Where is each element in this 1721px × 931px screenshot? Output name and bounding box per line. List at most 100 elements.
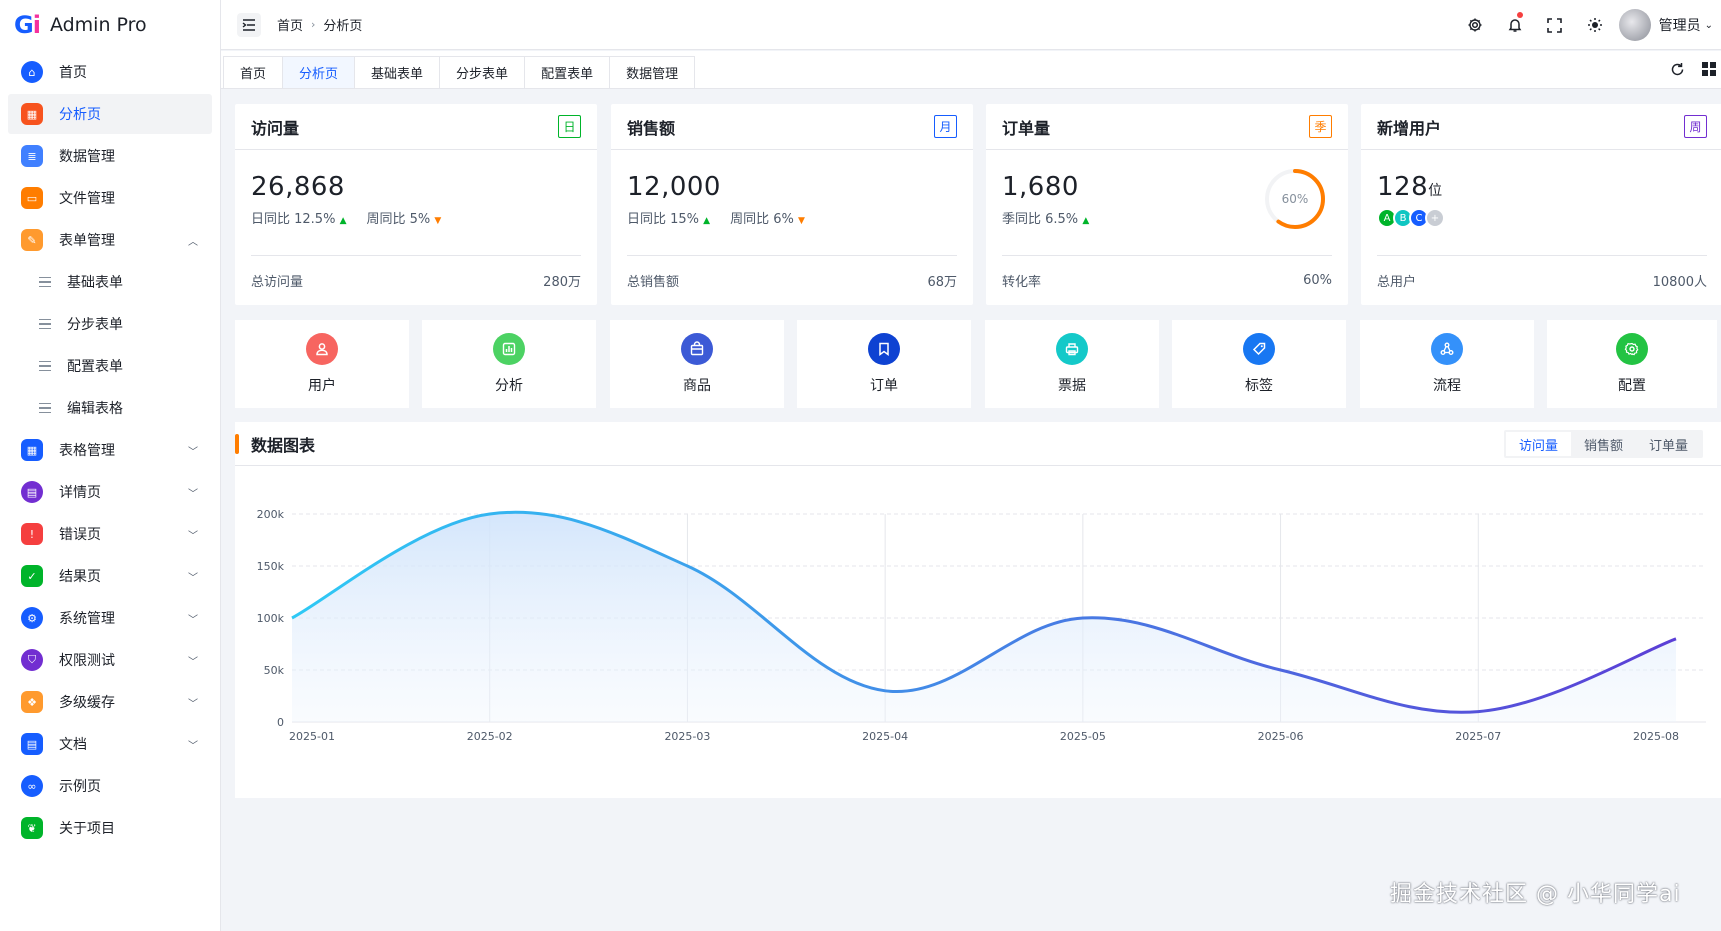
avatar-group: A B C + xyxy=(1377,208,1707,228)
shortcut-item[interactable]: 用户 xyxy=(235,320,409,408)
fullscreen-button[interactable] xyxy=(1535,0,1575,50)
sidebar-item[interactable]: ✎ 表单管理 ︿ xyxy=(8,220,212,260)
chevron-right-icon: › xyxy=(311,18,316,31)
sidebar-item[interactable]: ▦ 表格管理 ﹀ xyxy=(8,430,212,470)
stat-card-body: 128位 A B C + xyxy=(1361,150,1721,255)
period-tag: 季 xyxy=(1309,115,1332,138)
bell-icon xyxy=(1508,19,1522,32)
user-avatar[interactable] xyxy=(1618,9,1651,41)
notification-button[interactable] xyxy=(1495,0,1535,50)
shortcut-item[interactable]: 配置 xyxy=(1547,320,1717,408)
sidebar-item[interactable]: ▤ 详情页 ﹀ xyxy=(8,472,212,512)
chevron-down-icon[interactable]: ﹀ xyxy=(188,527,198,542)
sidebar-item-label: 分析页 xyxy=(59,107,101,123)
chevron-down-icon[interactable]: ﹀ xyxy=(188,695,198,710)
tab-item[interactable]: 基础表单 xyxy=(354,56,441,88)
period-tag: 月 xyxy=(934,115,957,138)
stat-card-body: 12,000 日同比 15% ▲ 周同比 6% ▼ xyxy=(611,150,973,255)
shortcut-item[interactable]: 标签 xyxy=(1172,320,1346,408)
stat-footer-label: 总用户 xyxy=(1377,275,1417,290)
shortcut-item[interactable]: 流程 xyxy=(1360,320,1534,408)
page-tabs: 首页 分析页 基础表单 分步表单 配置表单 数据管理 xyxy=(221,51,1721,89)
shortcut-item[interactable]: 订单 xyxy=(797,320,971,408)
collapse-menu-button[interactable] xyxy=(237,12,261,37)
sidebar-item-label: 示例页 xyxy=(59,779,101,795)
chart-metric-tab[interactable]: 订单量 xyxy=(1636,432,1701,456)
shortcut-item[interactable]: 商品 xyxy=(610,320,784,408)
tab-item[interactable]: 首页 xyxy=(223,56,284,88)
theme-toggle-button[interactable] xyxy=(1575,0,1615,50)
trend-down-icon: ▼ xyxy=(434,216,442,226)
x-tick-label: 2025-01 xyxy=(289,730,335,743)
sidebar-item[interactable]: ▭ 文件管理 xyxy=(8,178,212,218)
tab-item[interactable]: 配置表单 xyxy=(524,56,611,88)
y-tick-label: 150k xyxy=(257,560,285,573)
chevron-down-icon[interactable]: ﹀ xyxy=(188,611,198,626)
stat-card-header: 访问量 日 xyxy=(235,104,597,150)
stat-title: 访问量 xyxy=(251,118,300,138)
fullscreen-icon xyxy=(1547,17,1562,33)
shortcut-item[interactable]: 票据 xyxy=(985,320,1159,408)
stat-title: 销售额 xyxy=(627,118,676,138)
sidebar-item[interactable]: ❖ 多级缓存 ﹀ xyxy=(8,682,212,722)
chevron-down-icon[interactable]: ⌄ xyxy=(1705,20,1713,31)
chevron-up-icon[interactable]: ︿ xyxy=(188,233,198,248)
tab-grid-button[interactable] xyxy=(1697,57,1721,81)
sidebar-item[interactable]: ⚙ 系统管理 ﹀ xyxy=(8,598,212,638)
grid-icon xyxy=(1702,62,1716,76)
sidebar-item[interactable]: ✓ 结果页 ﹀ xyxy=(8,556,212,596)
stat-card-body: 1,680 季同比 6.5% ▲ 60% xyxy=(986,150,1348,255)
logo-mark: Gi xyxy=(14,11,41,39)
form-icon: ✎ xyxy=(21,229,43,251)
sidebar-subitem[interactable]: 基础表单 xyxy=(8,262,212,302)
gear-icon xyxy=(1616,333,1648,365)
chart-metric-tab[interactable]: 访问量 xyxy=(1505,432,1571,456)
watermark: 掘金技术社区 @ 小华同学ai xyxy=(1390,882,1681,907)
sidebar-item-label: 表单管理 xyxy=(59,233,115,249)
y-tick-label: 200k xyxy=(257,508,285,521)
chevron-down-icon[interactable]: ﹀ xyxy=(188,653,198,668)
list-icon xyxy=(39,276,51,288)
sidebar-item[interactable]: ⌂ 首页 xyxy=(8,52,212,92)
sidebar-subitem-label: 配置表单 xyxy=(67,359,123,375)
tab-item[interactable]: 分析页 xyxy=(282,56,356,88)
breadcrumb-item-home[interactable]: 首页 xyxy=(277,15,303,34)
sidebar-subitem[interactable]: 编辑表格 xyxy=(8,388,212,428)
sidebar-item[interactable]: ∞ 示例页 xyxy=(8,766,212,806)
chevron-down-icon[interactable]: ﹀ xyxy=(188,443,198,458)
shortcut-item[interactable]: 分析 xyxy=(422,320,596,408)
chevron-down-icon[interactable]: ﹀ xyxy=(188,737,198,752)
refresh-button[interactable] xyxy=(1665,57,1689,81)
user-name[interactable]: 管理员 xyxy=(1659,15,1701,35)
conversion-ring: 60% xyxy=(1265,169,1325,229)
sidebar-item[interactable]: ! 错误页 ﹀ xyxy=(8,514,212,554)
sidebar-subitem[interactable]: 配置表单 xyxy=(8,346,212,386)
stat-footer-label: 转化率 xyxy=(1002,275,1042,290)
sidebar-item-label: 表格管理 xyxy=(59,443,115,459)
chevron-down-icon[interactable]: ﹀ xyxy=(188,485,198,500)
sidebar-item[interactable]: ❦ 关于项目 xyxy=(8,808,212,848)
sidebar-item[interactable]: ⛉ 权限测试 ﹀ xyxy=(8,640,212,680)
stat-card-header: 订单量 季 xyxy=(986,104,1348,150)
user-icon xyxy=(306,333,338,365)
settings-button[interactable] xyxy=(1455,0,1495,50)
sidebar-item[interactable]: ▦ 分析页 xyxy=(8,94,212,134)
sidebar-item[interactable]: ▤ 文档 ﹀ xyxy=(8,724,212,764)
x-tick-label: 2025-03 xyxy=(664,730,710,743)
tab-item[interactable]: 分步表单 xyxy=(439,56,526,88)
logo[interactable]: Gi Admin Pro xyxy=(0,0,220,50)
comparison-item: 日同比 12.5% ▲ xyxy=(251,212,347,227)
line-chart: 0 50k 100k 150k 200k 2025-01 2025-02 2025-03 202… xyxy=(257,508,1706,743)
sidebar-item-label: 结果页 xyxy=(59,569,101,585)
chart-panel: 数据图表 访问量 销售额 订单量 0 50k 100k 150k 200k 2025-01 20… xyxy=(235,422,1721,798)
chevron-down-icon[interactable]: ﹀ xyxy=(188,569,198,584)
sidebar-subitem[interactable]: 分步表单 xyxy=(8,304,212,344)
comparison-item: 季同比 6.5% ▲ xyxy=(1002,212,1090,227)
shortcut-label: 商品 xyxy=(683,378,711,394)
printer-icon xyxy=(1056,333,1088,365)
chart-metric-tab[interactable]: 销售额 xyxy=(1571,432,1636,456)
stat-comparison: 日同比 15% ▲ 周同比 6% ▼ xyxy=(627,208,957,227)
tab-item[interactable]: 数据管理 xyxy=(609,56,696,88)
avatar: + xyxy=(1425,208,1445,228)
sidebar-item[interactable]: ≣ 数据管理 xyxy=(8,136,212,176)
